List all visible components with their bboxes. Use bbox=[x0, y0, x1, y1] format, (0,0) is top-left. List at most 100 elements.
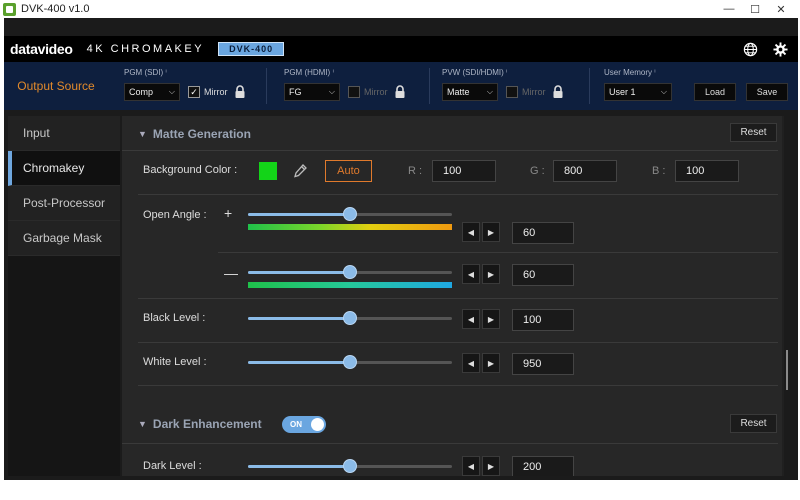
pvw-mirror-checkbox[interactable] bbox=[506, 86, 518, 98]
lock-icon[interactable] bbox=[552, 85, 564, 99]
minimize-button[interactable]: — bbox=[716, 3, 742, 15]
scrollbar-track[interactable] bbox=[782, 116, 784, 476]
background-color-swatch[interactable] bbox=[259, 162, 277, 180]
matte-reset-button[interactable]: Reset bbox=[730, 123, 777, 142]
brand-model-badge: DVK-400 bbox=[218, 42, 285, 56]
pvw-label: PVW (SDI/HDMI) bbox=[442, 68, 504, 77]
sidebar-item-garbage-mask[interactable]: Garbage Mask bbox=[8, 221, 120, 256]
window-titlebar: DVK-400 v1.0 — ☐ ✕ bbox=[0, 0, 794, 18]
save-button[interactable]: Save bbox=[746, 83, 788, 101]
user-memory-label: User Memory bbox=[604, 68, 653, 77]
pgm-hdmi-mirror-label: Mirror bbox=[364, 87, 388, 97]
r-label: R : bbox=[408, 165, 423, 177]
matte-generation-title: Matte Generation bbox=[152, 127, 251, 141]
dark-reset-button[interactable]: Reset bbox=[730, 414, 777, 433]
r-value-input[interactable]: 100 bbox=[432, 160, 496, 182]
dark-enhancement-toggle[interactable]: ON bbox=[282, 416, 326, 433]
toggle-state-label: ON bbox=[290, 420, 302, 429]
eyedropper-icon[interactable] bbox=[292, 163, 308, 184]
app-icon bbox=[3, 2, 16, 16]
open-angle-minus-label: — bbox=[224, 265, 238, 281]
background-color-label: Background Color : bbox=[143, 164, 238, 176]
lock-icon[interactable] bbox=[394, 85, 406, 99]
decrement-button[interactable]: ◀ bbox=[462, 309, 480, 329]
pgm-hdmi-value: FG bbox=[289, 87, 302, 97]
slider-knob[interactable] bbox=[343, 355, 357, 369]
white-level-value[interactable]: 950 bbox=[512, 353, 574, 375]
info-icon: ⁱ bbox=[506, 68, 508, 77]
g-label: G : bbox=[530, 165, 545, 177]
pvw-group: PVW (SDI/HDMI) ⁱ Matte ⌵ Mirror bbox=[442, 62, 564, 110]
window-title: DVK-400 v1.0 bbox=[21, 3, 90, 15]
increment-button[interactable]: ▶ bbox=[482, 456, 500, 476]
g-value-input[interactable]: 800 bbox=[553, 160, 617, 182]
sidebar: Input Chromakey Post-Processor Garbage M… bbox=[8, 116, 120, 476]
main-panel: ▼ Matte Generation Reset Background Colo… bbox=[122, 116, 784, 476]
black-level-value[interactable]: 100 bbox=[512, 309, 574, 331]
info-icon: ⁱ bbox=[654, 68, 656, 77]
pvw-select[interactable]: Matte ⌵ bbox=[442, 83, 498, 101]
sidebar-item-post-processor[interactable]: Post-Processor bbox=[8, 186, 120, 221]
slider-knob[interactable] bbox=[343, 459, 357, 473]
pgm-hdmi-mirror-checkbox[interactable] bbox=[348, 86, 360, 98]
chevron-down-icon: ⌵ bbox=[660, 87, 667, 96]
scrollbar-thumb[interactable] bbox=[786, 350, 788, 390]
decrement-button[interactable]: ◀ bbox=[462, 456, 480, 476]
matte-generation-header[interactable]: ▼ Matte Generation bbox=[122, 118, 782, 150]
open-angle-plus-label: + bbox=[224, 205, 233, 221]
increment-button[interactable]: ▶ bbox=[482, 222, 500, 242]
sidebar-item-chromakey[interactable]: Chromakey bbox=[8, 151, 120, 186]
pgm-sdi-select[interactable]: Comp ⌵ bbox=[124, 83, 180, 101]
dark-enhancement-title: Dark Enhancement bbox=[152, 417, 262, 431]
app-window: datavideo 4K CHROMAKEY DVK-400 Output So… bbox=[4, 18, 798, 480]
white-level-label: White Level : bbox=[143, 356, 207, 368]
toggle-knob bbox=[311, 418, 324, 431]
slider-knob[interactable] bbox=[343, 207, 357, 221]
info-icon: ⁱ bbox=[332, 68, 334, 77]
chevron-down-icon: ⌵ bbox=[328, 87, 335, 96]
brand-bar: datavideo 4K CHROMAKEY DVK-400 bbox=[4, 36, 798, 62]
load-button[interactable]: Load bbox=[694, 83, 736, 101]
chevron-down-icon: ⌵ bbox=[486, 87, 493, 96]
chevron-down-icon: ⌵ bbox=[168, 87, 175, 96]
collapse-triangle-icon[interactable]: ▼ bbox=[138, 129, 147, 139]
user-memory-select[interactable]: User 1 ⌵ bbox=[604, 83, 672, 101]
decrement-button[interactable]: ◀ bbox=[462, 222, 480, 242]
lock-icon[interactable] bbox=[234, 85, 246, 99]
close-button[interactable]: ✕ bbox=[768, 3, 794, 16]
decrement-button[interactable]: ◀ bbox=[462, 264, 480, 284]
pgm-sdi-group: PGM (SDI) ⁱ Comp ⌵ ✓ Mirror bbox=[124, 62, 246, 110]
open-angle-minus-value[interactable]: 60 bbox=[512, 264, 574, 286]
black-level-label: Black Level : bbox=[143, 312, 206, 324]
pgm-sdi-mirror-checkbox[interactable]: ✓ bbox=[188, 86, 200, 98]
b-label: B : bbox=[652, 165, 666, 177]
output-source-bar: Output Source PGM (SDI) ⁱ Comp ⌵ ✓ Mirror… bbox=[4, 62, 798, 110]
dark-level-label: Dark Level : bbox=[143, 460, 202, 472]
slider-knob[interactable] bbox=[343, 265, 357, 279]
sidebar-item-input[interactable]: Input bbox=[8, 116, 120, 151]
increment-button[interactable]: ▶ bbox=[482, 353, 500, 373]
pgm-hdmi-label: PGM (HDMI) bbox=[284, 68, 331, 77]
auto-button[interactable]: Auto bbox=[325, 160, 372, 182]
open-angle-label: Open Angle : bbox=[143, 209, 207, 221]
pgm-hdmi-select[interactable]: FG ⌵ bbox=[284, 83, 340, 101]
dark-level-value[interactable]: 200 bbox=[512, 456, 574, 476]
increment-button[interactable]: ▶ bbox=[482, 264, 500, 284]
b-value-input[interactable]: 100 bbox=[675, 160, 739, 182]
info-icon: ⁱ bbox=[165, 68, 167, 77]
decrement-button[interactable]: ◀ bbox=[462, 353, 480, 373]
slider-knob[interactable] bbox=[343, 311, 357, 325]
open-angle-plus-value[interactable]: 60 bbox=[512, 222, 574, 244]
user-memory-group: User Memory ⁱ User 1 ⌵ Load Save bbox=[604, 62, 788, 110]
pgm-sdi-label: PGM (SDI) bbox=[124, 68, 164, 77]
user-memory-value: User 1 bbox=[609, 87, 636, 97]
maximize-button[interactable]: ☐ bbox=[742, 3, 768, 16]
gear-icon[interactable] bbox=[772, 41, 788, 57]
globe-icon[interactable] bbox=[742, 41, 758, 57]
collapse-triangle-icon[interactable]: ▼ bbox=[138, 419, 147, 429]
brand-logo: datavideo bbox=[10, 41, 73, 57]
increment-button[interactable]: ▶ bbox=[482, 309, 500, 329]
dark-enhancement-header[interactable]: ▼ Dark Enhancement bbox=[122, 408, 782, 440]
pvw-mirror-label: Mirror bbox=[522, 87, 546, 97]
open-angle-minus-gradient bbox=[248, 282, 452, 288]
